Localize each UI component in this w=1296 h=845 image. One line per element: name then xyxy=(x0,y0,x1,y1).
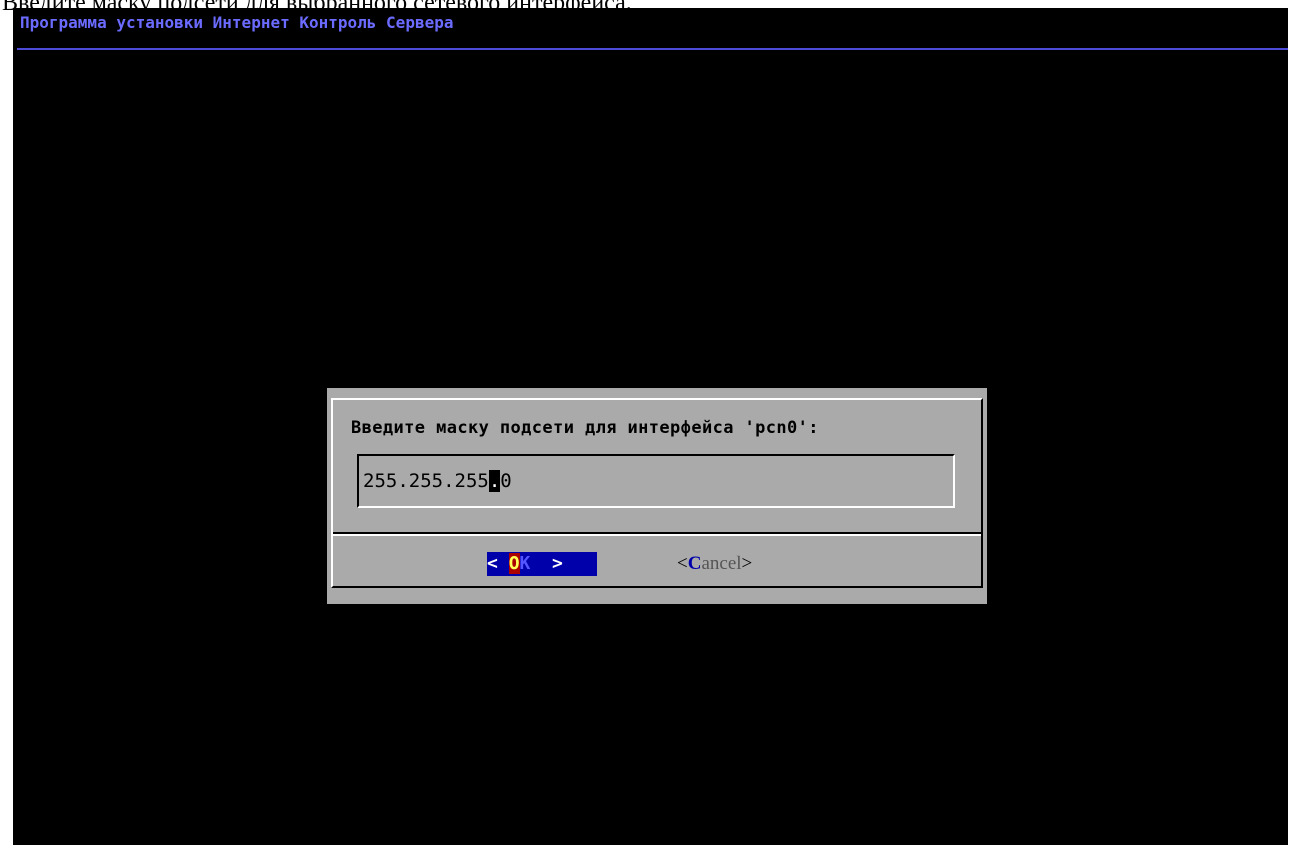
ok-button-open-bracket: < xyxy=(487,553,509,574)
subnet-mask-input[interactable]: 255.255.255.0 xyxy=(357,454,955,508)
cancel-button-label-rest: ancel xyxy=(701,553,742,574)
cancel-button-close-bracket: > xyxy=(741,553,753,574)
button-area-divider xyxy=(333,534,981,536)
dialog-prompt: Введите маску подсети для интерфейса 'pc… xyxy=(351,418,819,438)
cancel-button-hotkey: C xyxy=(687,553,702,574)
cancel-button-open-bracket: < xyxy=(677,553,688,574)
ok-button-close-bracket: > xyxy=(530,553,563,574)
ok-button-hotkey: O xyxy=(508,553,520,574)
page: Введите маску подсети для выбранного сет… xyxy=(0,0,1296,845)
subnet-mask-value[interactable]: 255.255.255.0 xyxy=(363,470,512,492)
title-divider xyxy=(17,48,1288,50)
subnet-mask-dialog: Введите маску подсети для интерфейса 'pc… xyxy=(327,388,987,604)
input-text-before-cursor: 255.255.255 xyxy=(363,470,489,492)
installer-screen: Программа установки Интернет Контроль Се… xyxy=(13,8,1288,845)
installer-title: Программа установки Интернет Контроль Се… xyxy=(20,13,454,32)
ok-button-label-rest: K xyxy=(519,553,531,574)
cancel-button[interactable]: <Cancel> xyxy=(677,552,752,576)
input-text-after-cursor: 0 xyxy=(500,470,512,492)
text-cursor: . xyxy=(488,470,501,492)
ok-button[interactable]: < OK > xyxy=(487,552,597,576)
